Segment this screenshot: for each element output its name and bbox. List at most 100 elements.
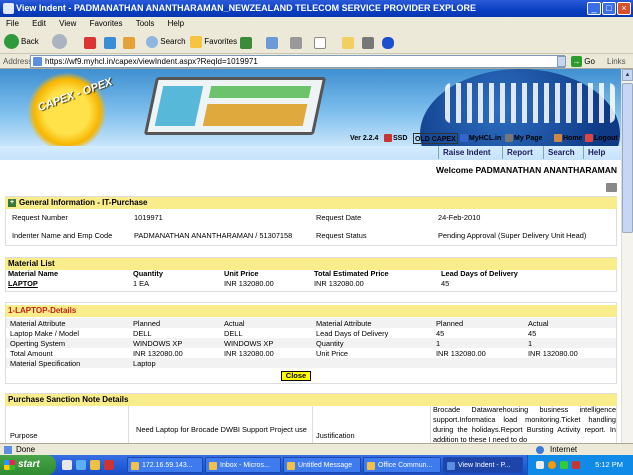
research-button[interactable] <box>362 35 374 51</box>
links-button[interactable]: Links <box>607 55 626 68</box>
address-input[interactable]: https://wf9.myhcl.in/capex/viewIndent.as… <box>30 55 565 68</box>
taskbar-item[interactable]: Inbox - Micros... <box>205 457 281 473</box>
folder-button[interactable] <box>342 35 354 51</box>
folder-icon <box>342 36 354 49</box>
ie-icon <box>3 3 14 14</box>
tab-report[interactable]: Report <box>502 146 537 159</box>
myhcl-icon <box>460 134 468 143</box>
material-link-laptop[interactable]: LAPTOP <box>8 279 38 289</box>
justification-label: Justification <box>316 431 355 440</box>
start-button[interactable]: start <box>0 455 56 475</box>
mypage-link[interactable]: My Page <box>505 133 542 144</box>
logout-label: Logout <box>594 135 618 142</box>
go-button[interactable]: → Go <box>571 55 595 68</box>
app-icon <box>367 462 375 470</box>
address-dropdown[interactable] <box>557 56 566 67</box>
menu-file[interactable]: File <box>6 19 19 28</box>
tab-raise-indent[interactable]: Raise Indent <box>438 146 495 159</box>
expand-icon[interactable]: + <box>8 198 16 207</box>
media-button[interactable] <box>240 35 252 51</box>
home-icon <box>123 36 135 49</box>
tray-icon[interactable] <box>560 461 568 469</box>
mail-icon <box>266 36 278 49</box>
taskbar-item-active[interactable]: View Indent - P... <box>443 457 523 473</box>
favorites-label: Favorites <box>204 37 238 46</box>
bluetooth-button[interactable] <box>382 35 394 51</box>
taskbar-item-label: Inbox - Micros... <box>220 462 270 469</box>
menu-bar: File Edit View Favorites Tools Help <box>0 17 633 30</box>
purpose-value: Need Laptop for Brocade DWBI Support Pro… <box>136 425 307 434</box>
taskbar-item[interactable]: Office Commun... <box>363 457 441 473</box>
app-icon <box>287 462 295 470</box>
go-arrow-icon: → <box>571 56 582 68</box>
col-lead-days: Lead Days of Delivery <box>441 269 518 278</box>
edit-button[interactable] <box>314 35 326 51</box>
menu-help[interactable]: Help <box>168 19 184 28</box>
stop-icon <box>84 36 96 49</box>
myhcl-link[interactable]: MyHCL.in <box>460 133 501 144</box>
menu-view[interactable]: View <box>59 19 76 28</box>
home-link-icon <box>554 134 562 143</box>
ssd-link[interactable]: SSD <box>384 133 407 144</box>
tray-icon[interactable] <box>572 461 580 469</box>
mail-button[interactable] <box>266 35 278 51</box>
actual-col-right: Actual <box>528 319 549 328</box>
mypage-icon <box>505 134 513 143</box>
print-icon <box>290 36 302 49</box>
maximize-button[interactable]: □ <box>602 2 616 15</box>
tab-search[interactable]: Search <box>543 146 579 159</box>
menu-favorites[interactable]: Favorites <box>90 19 123 28</box>
ssd-icon <box>384 134 392 143</box>
app-icon <box>131 462 139 470</box>
quicklaunch-icon[interactable] <box>104 460 114 470</box>
col-material-name: Material Name <box>8 269 59 278</box>
quicklaunch-icon[interactable] <box>62 460 72 470</box>
page-icon <box>33 57 42 66</box>
back-button[interactable]: Back <box>4 34 39 50</box>
taskbar-item[interactable]: 172.16.59.143... <box>127 457 203 473</box>
edit-icon <box>314 36 326 49</box>
minimize-button[interactable]: _ <box>587 2 601 15</box>
scroll-up-button[interactable]: ▲ <box>622 69 633 81</box>
printer-icon[interactable] <box>606 183 617 192</box>
star-icon <box>190 35 202 48</box>
address-bar: Address https://wf9.myhcl.in/capex/viewI… <box>0 54 633 69</box>
scroll-thumb[interactable] <box>622 83 633 233</box>
home-link[interactable]: Home <box>554 133 582 144</box>
material-quantity: 1 EA <box>133 279 150 288</box>
logout-icon <box>585 134 593 143</box>
detail-row: 1 <box>528 339 533 348</box>
refresh-button[interactable] <box>104 35 116 51</box>
close-details-button[interactable]: Close <box>281 371 311 381</box>
tray-icon[interactable] <box>548 461 556 469</box>
address-label: Address <box>3 57 33 66</box>
stop-button[interactable] <box>84 35 96 51</box>
quicklaunch-icon[interactable] <box>90 460 100 470</box>
close-window-button[interactable]: × <box>617 2 631 15</box>
print-button[interactable] <box>290 35 302 51</box>
quicklaunch-icon[interactable] <box>76 460 86 470</box>
col-quantity: Quantity <box>133 269 163 278</box>
search-button[interactable]: Search <box>146 34 186 50</box>
material-list-header: Material List <box>5 258 617 270</box>
tray-icon[interactable] <box>536 461 544 469</box>
clock[interactable]: 5:12 PM <box>595 460 623 469</box>
detail-row: Operting System <box>10 339 66 348</box>
taskbar-item[interactable]: Untitled Message <box>283 457 361 473</box>
forward-button[interactable] <box>52 34 69 50</box>
favorites-button[interactable]: Favorites <box>190 34 237 50</box>
vertical-scrollbar[interactable]: ▲ ▼ <box>621 69 633 455</box>
menu-edit[interactable]: Edit <box>32 19 46 28</box>
system-tray: 5:12 PM <box>527 455 633 475</box>
tab-help[interactable]: Help <box>583 146 609 159</box>
old-capex-link[interactable]: OLD CAPEX <box>413 133 458 144</box>
people-graphic <box>445 83 615 123</box>
col-unit-price: Unit Price <box>224 269 259 278</box>
home-button[interactable] <box>123 35 135 51</box>
material-total-price: INR 132080.00 <box>314 279 364 288</box>
mypage-label: My Page <box>514 135 543 142</box>
menu-tools[interactable]: Tools <box>136 19 155 28</box>
logout-link[interactable]: Logout <box>585 133 618 144</box>
search-label: Search <box>160 37 186 46</box>
general-header: + General Information - IT-Purchase <box>5 197 617 209</box>
